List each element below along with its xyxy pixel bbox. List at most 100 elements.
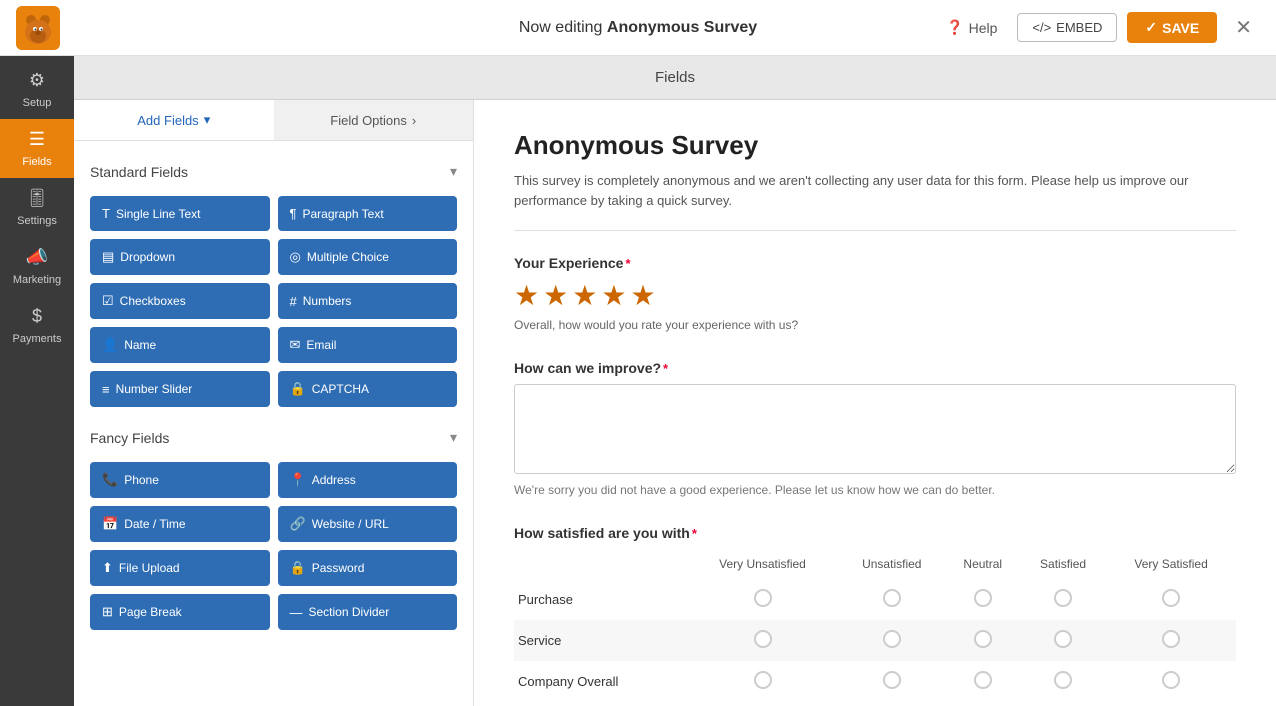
- radio-company-satisfied[interactable]: [1054, 671, 1072, 689]
- left-sidebar: ⚙ Setup ☰ Fields 🎚 Settings 📣 Marketing …: [0, 56, 74, 706]
- settings-icon: 🎚: [26, 188, 49, 209]
- row-service-label: Service: [514, 620, 687, 661]
- radio-service-very-satisfied[interactable]: [1162, 630, 1180, 648]
- radio-company-unsatisfied[interactable]: [883, 671, 901, 689]
- help-icon: ❓: [946, 19, 963, 36]
- sidebar-label-fields: Fields: [22, 156, 51, 168]
- paragraph-text-icon: ¶: [290, 206, 297, 221]
- save-button[interactable]: ✓ SAVE: [1127, 12, 1217, 43]
- table-row: Purchase: [514, 579, 1236, 620]
- field-btn-section-divider[interactable]: ― Section Divider: [278, 594, 458, 630]
- header-actions: ❓ Help </> EMBED ✓ SAVE ✕: [936, 11, 1260, 44]
- satisfaction-table: Very Unsatisfied Unsatisfied Neutral Sat…: [514, 549, 1236, 702]
- star-4[interactable]: ★: [601, 279, 626, 312]
- fancy-fields-grid: 📞 Phone 📍 Address 📅 Date / Time 🔗 Websit…: [86, 456, 461, 642]
- field-btn-email[interactable]: ✉ Email: [278, 327, 458, 363]
- improve-note: We're sorry you did not have a good expe…: [514, 483, 1236, 497]
- radio-purchase-very-unsatisfied[interactable]: [754, 589, 772, 607]
- header-title: Now editing Anonymous Survey: [519, 19, 757, 37]
- improve-textarea[interactable]: [514, 384, 1236, 474]
- sidebar-item-payments[interactable]: $ Payments: [0, 296, 74, 355]
- field-btn-file-upload[interactable]: ⬆ File Upload: [90, 550, 270, 586]
- field-btn-page-break[interactable]: ⊞ Page Break: [90, 594, 270, 630]
- star-3[interactable]: ★: [572, 279, 597, 312]
- star-sublabel: Overall, how would you rate your experie…: [514, 318, 1236, 332]
- sidebar-label-payments: Payments: [13, 333, 62, 345]
- tab-field-options[interactable]: Field Options ›: [274, 100, 474, 140]
- radio-service-neutral[interactable]: [974, 630, 992, 648]
- password-icon: 🔒: [290, 560, 306, 576]
- top-header: Now editing Anonymous Survey ❓ Help </> …: [0, 0, 1276, 56]
- field-btn-phone[interactable]: 📞 Phone: [90, 462, 270, 498]
- close-button[interactable]: ✕: [1227, 11, 1260, 44]
- fields-section: Standard Fields ▾ T Single Line Text ¶ P…: [74, 141, 473, 654]
- page-break-icon: ⊞: [102, 604, 113, 620]
- table-row: Service: [514, 620, 1236, 661]
- field-btn-date-time[interactable]: 📅 Date / Time: [90, 506, 270, 542]
- star-1[interactable]: ★: [514, 279, 539, 312]
- radio-company-very-satisfied[interactable]: [1162, 671, 1180, 689]
- satisfaction-table-header: Very Unsatisfied Unsatisfied Neutral Sat…: [514, 549, 1236, 579]
- stars-row[interactable]: ★ ★ ★ ★ ★: [514, 279, 1236, 312]
- star-2[interactable]: ★: [543, 279, 568, 312]
- sidebar-label-marketing: Marketing: [13, 274, 61, 286]
- field-btn-multiple-choice[interactable]: ◎ Multiple Choice: [278, 239, 458, 275]
- field-btn-single-line-text[interactable]: T Single Line Text: [90, 196, 270, 231]
- sidebar-item-marketing[interactable]: 📣 Marketing: [0, 237, 74, 296]
- field-btn-number-slider[interactable]: ≡ Number Slider: [90, 371, 270, 407]
- logo-area: [16, 6, 60, 50]
- embed-button[interactable]: </> EMBED: [1017, 13, 1117, 42]
- radio-service-very-unsatisfied[interactable]: [754, 630, 772, 648]
- radio-company-very-unsatisfied[interactable]: [754, 671, 772, 689]
- question-satisfied-label: How satisfied are you with*: [514, 525, 1236, 541]
- check-icon: ✓: [1145, 19, 1157, 36]
- row-company-label: Company Overall: [514, 661, 687, 702]
- field-btn-captcha[interactable]: 🔒 CAPTCHA: [278, 371, 458, 407]
- date-time-icon: 📅: [102, 516, 118, 532]
- field-btn-website-url[interactable]: 🔗 Website / URL: [278, 506, 458, 542]
- field-btn-paragraph-text[interactable]: ¶ Paragraph Text: [278, 196, 458, 231]
- field-btn-dropdown[interactable]: ▤ Dropdown: [90, 239, 270, 275]
- sidebar-item-fields[interactable]: ☰ Fields: [0, 119, 74, 178]
- col-very-unsatisfied: Very Unsatisfied: [687, 549, 838, 579]
- star-5[interactable]: ★: [630, 279, 655, 312]
- question-improve: How can we improve?* We're sorry you did…: [514, 360, 1236, 497]
- fancy-fields-header[interactable]: Fancy Fields ▾: [86, 419, 461, 456]
- col-header-row-label: [514, 549, 687, 579]
- field-btn-password[interactable]: 🔒 Password: [278, 550, 458, 586]
- sidebar-item-settings[interactable]: 🎚 Settings: [0, 178, 74, 237]
- radio-purchase-very-satisfied[interactable]: [1162, 589, 1180, 607]
- payments-icon: $: [32, 306, 42, 327]
- field-btn-address[interactable]: 📍 Address: [278, 462, 458, 498]
- phone-icon: 📞: [102, 472, 118, 488]
- sidebar-item-setup[interactable]: ⚙ Setup: [0, 60, 74, 119]
- radio-service-satisfied[interactable]: [1054, 630, 1072, 648]
- tab-add-fields[interactable]: Add Fields ▾: [74, 100, 274, 140]
- field-btn-checkboxes[interactable]: ☑ Checkboxes: [90, 283, 270, 319]
- checkboxes-icon: ☑: [102, 293, 114, 309]
- fields-icon: ☰: [29, 129, 45, 150]
- logo-bear: [16, 6, 60, 50]
- fields-tabbar: Fields: [74, 56, 1276, 100]
- col-neutral: Neutral: [946, 549, 1020, 579]
- row-purchase-label: Purchase: [514, 579, 687, 620]
- address-icon: 📍: [290, 472, 306, 488]
- fancy-section-chevron: ▾: [450, 429, 457, 446]
- col-satisfied: Satisfied: [1020, 549, 1106, 579]
- help-button[interactable]: ❓ Help: [936, 13, 1007, 42]
- radio-service-unsatisfied[interactable]: [883, 630, 901, 648]
- field-btn-numbers[interactable]: # Numbers: [278, 283, 458, 319]
- name-icon: 👤: [102, 337, 118, 353]
- standard-fields-header[interactable]: Standard Fields ▾: [86, 153, 461, 190]
- radio-purchase-unsatisfied[interactable]: [883, 589, 901, 607]
- sidebar-label-setup: Setup: [23, 97, 52, 109]
- code-icon: </>: [1032, 20, 1051, 35]
- sidebar-label-settings: Settings: [17, 215, 57, 227]
- radio-purchase-neutral[interactable]: [974, 589, 992, 607]
- fields-tabbar-label: Fields: [655, 69, 695, 86]
- radio-purchase-satisfied[interactable]: [1054, 589, 1072, 607]
- radio-company-neutral[interactable]: [974, 671, 992, 689]
- setup-icon: ⚙: [29, 70, 45, 91]
- field-btn-name[interactable]: 👤 Name: [90, 327, 270, 363]
- question-satisfied: How satisfied are you with* Very Unsatis…: [514, 525, 1236, 702]
